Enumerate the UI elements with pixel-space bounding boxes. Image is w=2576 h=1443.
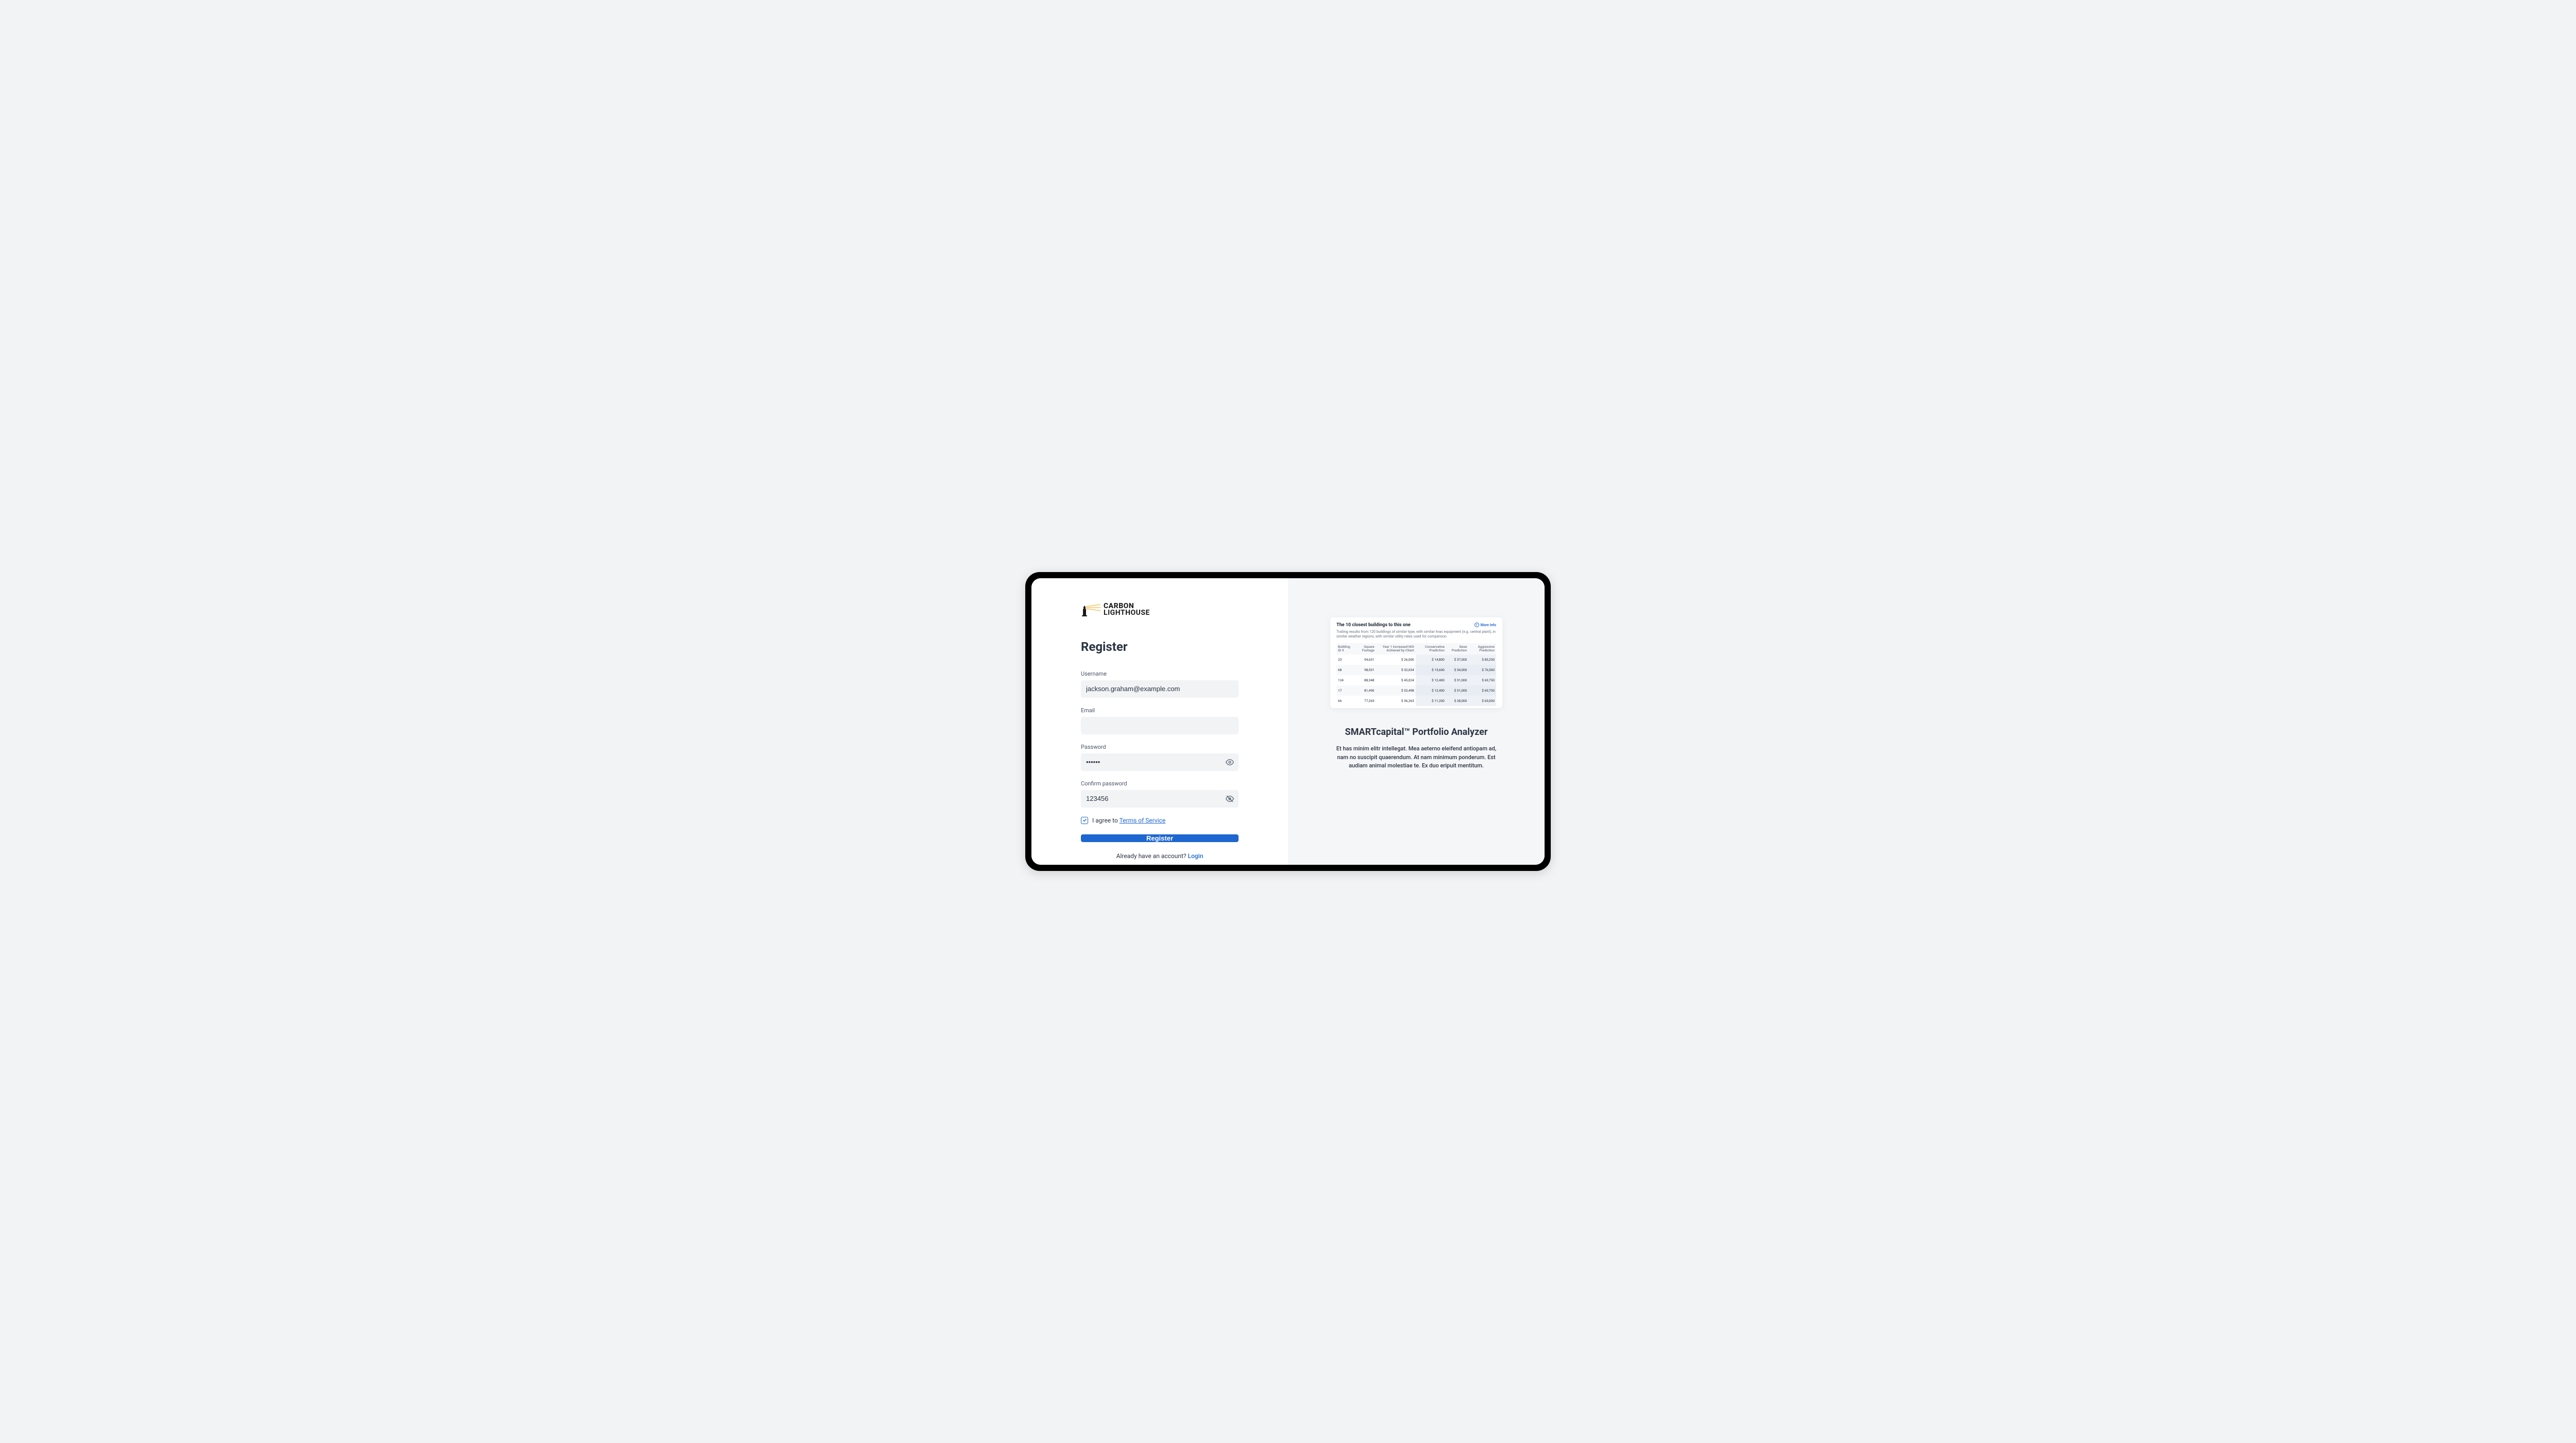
terms-row: I agree to Terms of Service [1081, 817, 1239, 824]
cell-base: $ 28,000 [1446, 696, 1469, 706]
col-id: Building ID # [1336, 643, 1355, 655]
confirm-password-label: Confirm password [1081, 780, 1239, 787]
cell-cons: $ 13,600 [1416, 665, 1446, 675]
cell-noi: $ 52,498 [1376, 685, 1416, 696]
col-noi: Year 1 Increased NOI Achieved by Client [1376, 643, 1416, 655]
promo-title: SMARTcapital™ Portfolio Analyzer [1345, 727, 1488, 737]
cell-aggr: $ 63,000 [1468, 696, 1496, 706]
table-row: 6898,531$ 32,034$ 13,600$ 34,000$ 76,500 [1336, 665, 1496, 675]
col-cons: Conservative Prediction [1416, 643, 1446, 655]
preview-card: The 10 closest buildings to this one i M… [1330, 617, 1502, 708]
email-field: Email [1081, 707, 1239, 734]
cell-aggr: $ 69,750 [1468, 685, 1496, 696]
confirm-password-field: Confirm password [1081, 780, 1239, 808]
more-info-button[interactable]: i More Info [1475, 623, 1496, 627]
username-input[interactable] [1081, 680, 1239, 698]
terms-text: I agree to Terms of Service [1092, 817, 1165, 824]
cell-sqft: 88,348 [1355, 675, 1376, 685]
register-button[interactable]: Register [1081, 834, 1239, 842]
col-sqft: Square Footage [1355, 643, 1376, 655]
cell-noi: $ 26,000 [1376, 655, 1416, 665]
password-input[interactable] [1081, 753, 1239, 771]
tablet-frame: CARBON LIGHTHOUSE Register Username Emai… [1025, 572, 1551, 871]
cell-id: 68 [1336, 665, 1355, 675]
preview-title: The 10 closest buildings to this one [1336, 623, 1411, 628]
email-input[interactable] [1081, 717, 1239, 734]
tablet-screen: CARBON LIGHTHOUSE Register Username Emai… [1031, 578, 1545, 865]
login-prompt: Already have an account? Login [1081, 852, 1239, 860]
terms-checkbox[interactable] [1081, 817, 1088, 824]
cell-cons: $ 14,800 [1416, 655, 1446, 665]
password-label: Password [1081, 744, 1239, 750]
cell-aggr: $ 69,750 [1468, 675, 1496, 685]
cell-sqft: 81,490 [1355, 685, 1376, 696]
cell-sqft: 77,263 [1355, 696, 1376, 706]
cell-id: 17 [1336, 685, 1355, 696]
cell-sqft: 94,631 [1355, 655, 1376, 665]
terms-link[interactable]: Terms of Service [1120, 817, 1166, 824]
cell-noi: $ 32,034 [1376, 665, 1416, 675]
cell-cons: $ 11,200 [1416, 696, 1446, 706]
brand-logo: CARBON LIGHTHOUSE [1081, 603, 1239, 617]
brand-line2: LIGHTHOUSE [1104, 610, 1150, 616]
eye-icon[interactable] [1225, 758, 1234, 767]
cell-id: 124 [1336, 675, 1355, 685]
login-link[interactable]: Login [1188, 852, 1204, 860]
cell-noi: $ 36,263 [1376, 696, 1416, 706]
table-row: 6677,263$ 36,263$ 11,200$ 28,000$ 63,000 [1336, 696, 1496, 706]
cell-noi: $ 45,024 [1376, 675, 1416, 685]
table-row: 1781,490$ 52,498$ 12,400$ 31,000$ 69,750 [1336, 685, 1496, 696]
preview-table: Building ID # Square Footage Year 1 Incr… [1336, 643, 1496, 706]
page-title: Register [1081, 640, 1239, 654]
cell-cons: $ 12,400 [1416, 675, 1446, 685]
username-label: Username [1081, 670, 1239, 677]
cell-sqft: 98,531 [1355, 665, 1376, 675]
cell-base: $ 31,000 [1446, 675, 1469, 685]
preview-subtitle: Trailing results from 120 buildings of s… [1336, 630, 1496, 639]
col-aggr: Aggressive Prediction [1468, 643, 1496, 655]
username-field: Username [1081, 670, 1239, 698]
confirm-password-input[interactable] [1081, 790, 1239, 808]
col-base: Base Prediction [1446, 643, 1469, 655]
cell-base: $ 34,000 [1446, 665, 1469, 675]
cell-aggr: $ 76,500 [1468, 665, 1496, 675]
cell-id: 23 [1336, 655, 1355, 665]
cell-aggr: $ 83,250 [1468, 655, 1496, 665]
cell-cons: $ 12,400 [1416, 685, 1446, 696]
promo-text: Et has minim elitr intellegat. Mea aeter… [1334, 745, 1499, 770]
email-label: Email [1081, 707, 1239, 714]
info-icon: i [1475, 623, 1479, 627]
cell-base: $ 31,000 [1446, 685, 1469, 696]
brand-text: CARBON LIGHTHOUSE [1104, 603, 1150, 617]
eye-off-icon[interactable] [1225, 794, 1234, 803]
promo-panel: The 10 closest buildings to this one i M… [1288, 578, 1545, 865]
password-field: Password [1081, 744, 1239, 771]
cell-id: 66 [1336, 696, 1355, 706]
table-row: 12488,348$ 45,024$ 12,400$ 31,000$ 69,75… [1336, 675, 1496, 685]
table-row: 2394,631$ 26,000$ 14,800$ 37,000$ 83,250 [1336, 655, 1496, 665]
lighthouse-icon [1081, 603, 1100, 616]
register-panel: CARBON LIGHTHOUSE Register Username Emai… [1031, 578, 1288, 865]
cell-base: $ 37,000 [1446, 655, 1469, 665]
